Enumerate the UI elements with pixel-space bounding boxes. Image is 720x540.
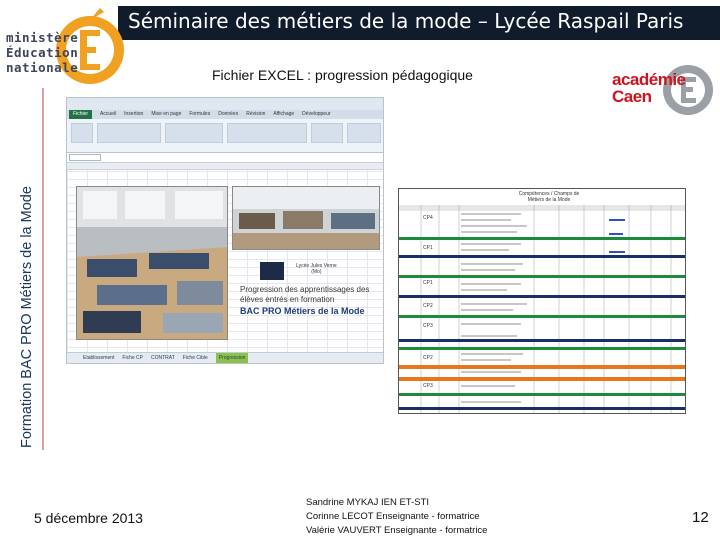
author-line: Valérie VAUVERT Enseignante - formatrice [306,525,488,536]
svg-text:CP3: CP3 [423,323,433,329]
svg-text:CP1: CP1 [423,245,433,251]
school-logo [260,262,284,280]
excel-ribbon [67,119,383,153]
cover-title: BAC PRO Métiers de la Mode [240,306,365,316]
sheet-tab: Fiche Cible [182,355,208,361]
svg-text:CP1: CP1 [423,280,433,286]
author-line: Sandrine MYKAJ IEN ET-STI [306,497,430,508]
side-title: Formation BAC PRO Métiers de la Mode [19,186,35,448]
slide-subtitle: Fichier EXCEL : progression pédagogique [212,67,473,83]
ministry-logo-line-3: nationale [6,60,79,75]
ribbon-tab: Affichage [273,111,295,117]
ribbon-tab: Mise en page [151,111,182,117]
progression-table-graphic: Compétences / Champs de Métiers de la Mo… [399,189,685,413]
ribbon-tab: Révision [246,111,266,117]
cover-heading: Progression des apprentissages des élève… [240,285,370,304]
workshop-photo [76,186,228,340]
ribbon-tab: Données [218,111,239,117]
progression-table-image: Compétences / Champs de Métiers de la Mo… [398,188,686,414]
ministry-logo-line-1: ministère [6,30,79,45]
ribbon-tab: Développeur [302,111,331,117]
svg-text:CP4: CP4 [423,215,433,221]
excel-name-box [69,154,101,161]
svg-text:CP2: CP2 [423,303,433,309]
page-number: 12 [692,509,709,526]
school-name-line-2: (Mo) [311,269,322,275]
classroom-photo [232,186,380,250]
sheet-tab: Fiche CP [122,355,143,361]
authors-block: Sandrine MYKAJ IEN ET-STI Corinne LECOT … [306,496,487,538]
page-title: Séminaire des métiers de la mode – Lycée… [128,9,684,33]
svg-text:CP2: CP2 [423,355,433,361]
ribbon-tab: Formules [189,111,211,117]
ministry-logo-line-2: Éducation [6,45,79,60]
sheet-tab: Etablissement [83,355,115,361]
ribbon-tab: Insertion [124,111,144,117]
ribbon-tab: Accueil [100,111,117,117]
excel-column-headers [67,163,383,170]
excel-formula-bar [67,153,383,163]
ministry-logo: ministère Éducation nationale [0,0,128,96]
excel-titlebar [67,98,383,110]
ribbon-tab: Fichier [69,110,93,119]
table-header-line-2: Métiers de la Mode [528,197,571,203]
author-line: Corinne LECOT Enseignante - formatrice [306,511,480,522]
sheet-tab: CONTRAT [150,355,175,361]
sheet-tab-active: Progression [215,353,249,363]
school-name: Lycée Jules Verne (Mo) [296,263,337,275]
side-divider [42,88,44,450]
svg-text:CP3: CP3 [423,383,433,389]
excel-ribbon-tabs: Fichier Accueil Insertion Mise en page F… [67,110,383,119]
academy-name-line-2: Caen [612,87,652,106]
presentation-date: 5 décembre 2013 [34,510,143,526]
excel-sheet-tabs: Etablissement Fiche CP CONTRAT Fiche Cib… [67,352,383,363]
